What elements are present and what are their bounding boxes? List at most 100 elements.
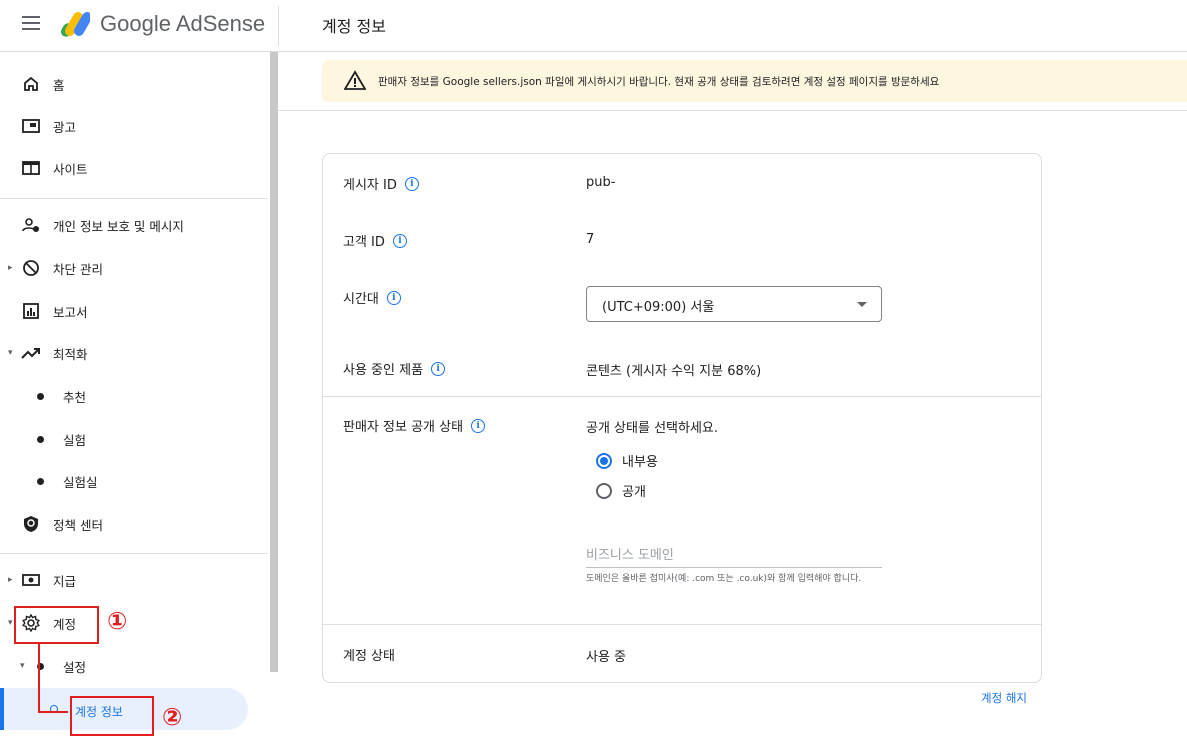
annotation-box-2 (70, 696, 154, 736)
sidebar-item-label: 사이트 (53, 161, 88, 177)
business-domain-placeholder: 비즈니스 도메인 (586, 548, 674, 563)
sidebar-item-policy-center[interactable]: 정책 센터 (0, 504, 268, 544)
info-icon[interactable]: i (431, 361, 446, 376)
optimize-icon (21, 343, 41, 363)
sidebar-item-ads[interactable]: 광고 (0, 106, 268, 146)
sidebar-item-label: 개인 정보 보호 및 메시지 (53, 218, 184, 234)
sidebar-item-label: 실험 (63, 432, 87, 448)
sidebar-item-experiments[interactable]: 실험 (0, 419, 268, 459)
info-icon[interactable]: i (471, 418, 486, 433)
radio-unchecked-icon[interactable] (596, 482, 612, 499)
card-divider (323, 396, 1041, 397)
annotation-connector (38, 711, 68, 713)
radio-internal[interactable]: 내부용 (596, 451, 658, 470)
collapse-arrow-icon[interactable]: ▾ (8, 618, 13, 628)
business-domain-hint: 도메인은 올바른 접미사(예: .com 또는 .co.uk)와 함께 입력해야… (586, 574, 862, 584)
sidebar-item-label: 실험실 (63, 474, 98, 490)
sidebar-item-privacy[interactable]: 개인 정보 보호 및 메시지 (0, 205, 268, 245)
info-banner: 판매자 정보를 Google sellers.json 파일에 게시하시기 바랍… (322, 60, 1187, 102)
bullet-icon (37, 435, 44, 443)
timezone-selected-value: (UTC+09:00) 서울 (602, 300, 715, 315)
timezone-label-text: 시간대 (343, 292, 379, 307)
publisher-id-label: 게시자 ID i (343, 174, 419, 193)
sidebar-item-label: 홈 (53, 77, 65, 93)
radio-public[interactable]: 공개 (596, 481, 646, 500)
banner-text: 판매자 정보를 Google sellers.json 파일에 게시하시기 바랍… (378, 76, 940, 88)
sidebar-item-blocking[interactable]: ▸ 차단 관리 (0, 248, 268, 288)
sidebar-item-recommendations[interactable]: 추천 (0, 376, 268, 416)
nav-divider (0, 553, 268, 554)
sidebar-item-label: 최적화 (53, 346, 88, 362)
timezone-label: 시간대 i (343, 288, 401, 307)
account-info-card: 게시자 ID i pub- 고객 ID i 7 시간대 i (UTC+09:00… (322, 153, 1042, 683)
annotation-step-2: ② (162, 703, 183, 731)
sidebar-item-settings[interactable]: ▾ 설정 (0, 646, 268, 686)
customer-id-label: 고객 ID i (343, 231, 407, 250)
business-domain-input[interactable]: 비즈니스 도메인 (586, 540, 882, 568)
expand-arrow-icon[interactable]: ▸ (8, 575, 13, 585)
content-divider (278, 110, 1187, 111)
header-divider (278, 6, 279, 46)
sidebar-item-label: 보고서 (53, 304, 88, 320)
sidebar-item-labs[interactable]: 실험실 (0, 461, 268, 501)
sidebar-item-payments[interactable]: ▸ 지급 (0, 560, 268, 600)
info-icon[interactable]: i (386, 290, 401, 305)
expand-arrow-icon[interactable]: ▸ (8, 263, 13, 273)
sidebar-item-home[interactable]: 홈 (0, 64, 268, 104)
bullet-icon (37, 477, 44, 485)
collapse-arrow-icon[interactable]: ▾ (20, 661, 25, 671)
warning-icon (344, 70, 366, 90)
ads-icon (21, 116, 41, 136)
annotation-connector (38, 644, 40, 712)
sidebar-item-label: 추천 (63, 389, 87, 405)
adsense-logo-icon (61, 12, 90, 37)
collapse-arrow-icon[interactable]: ▾ (8, 348, 13, 358)
block-icon (21, 258, 41, 278)
sites-icon (21, 158, 41, 178)
sidebar-item-label: 지급 (53, 573, 77, 589)
product-label: 사용 중인 제품 i (343, 359, 446, 378)
dropdown-caret-icon (857, 302, 867, 307)
info-icon[interactable]: i (404, 176, 419, 191)
publisher-id-value: pub- (586, 175, 616, 190)
radio-checked-icon[interactable] (596, 452, 612, 469)
card-divider (323, 624, 1041, 625)
nav-divider (0, 198, 268, 199)
sidebar-item-sites[interactable]: 사이트 (0, 148, 268, 188)
privacy-icon (21, 215, 41, 235)
cancel-account-link[interactable]: 계정 해지 (981, 690, 1027, 706)
publisher-id-label-text: 게시자 ID (343, 178, 397, 193)
timezone-select[interactable]: (UTC+09:00) 서울 (586, 286, 882, 322)
home-icon (21, 74, 41, 94)
customer-id-label-text: 고객 ID (343, 235, 385, 250)
info-icon[interactable]: i (392, 233, 407, 248)
top-app-bar: Google AdSense 계정 정보 (0, 0, 1187, 52)
sidebar-item-label: 차단 관리 (53, 261, 103, 277)
sidebar-item-optimize[interactable]: ▾ 최적화 (0, 333, 268, 373)
annotation-box-1 (14, 606, 99, 644)
menu-icon[interactable] (22, 16, 40, 30)
policy-icon (21, 514, 41, 534)
seller-visibility-label-text: 판매자 정보 공개 상태 (343, 420, 464, 435)
radio-internal-label: 내부용 (622, 455, 658, 470)
sidebar-item-reports[interactable]: 보고서 (0, 291, 268, 331)
sidebar-scrollbar[interactable] (270, 52, 278, 672)
account-status-value: 사용 중 (586, 650, 627, 665)
annotation-step-1: ① (107, 607, 128, 635)
bullet-icon (37, 392, 44, 400)
customer-id-value: 7 (586, 232, 595, 247)
sidebar-item-label: 정책 센터 (53, 517, 103, 533)
page-title: 계정 정보 (322, 17, 386, 36)
radio-public-label: 공개 (622, 485, 646, 500)
report-icon (21, 301, 41, 321)
seller-visibility-prompt: 공개 상태를 선택하세요. (586, 421, 718, 436)
product-value: 콘텐츠 (게시자 수익 지분 68%) (586, 364, 762, 379)
sidebar-item-label: 설정 (63, 659, 87, 675)
account-status-label: 계정 상태 (343, 645, 395, 664)
account-status-label-text: 계정 상태 (343, 649, 395, 664)
payment-icon (21, 570, 41, 590)
product-label-text: 사용 중인 제품 (343, 363, 424, 378)
app-logo-text[interactable]: Google AdSense (100, 11, 265, 37)
sidebar-item-label: 광고 (53, 119, 77, 135)
seller-visibility-label: 판매자 정보 공개 상태 i (343, 416, 486, 435)
